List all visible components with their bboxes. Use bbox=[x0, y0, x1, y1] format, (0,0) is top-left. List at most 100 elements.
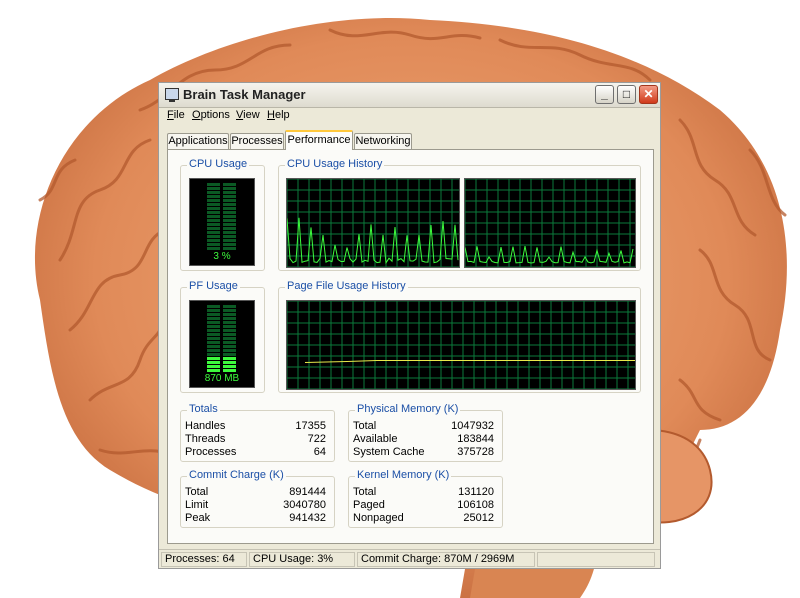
meter-segment bbox=[207, 183, 220, 186]
menu-help[interactable]: Help bbox=[267, 109, 290, 121]
menu-file-label: ile bbox=[173, 109, 185, 121]
physical-memory-row: Total 1047932 bbox=[349, 420, 502, 433]
physical-memory-value: 1047932 bbox=[451, 420, 494, 432]
totals-row: Processes 64 bbox=[181, 446, 334, 459]
meter-segment bbox=[223, 369, 236, 372]
meter-segment bbox=[207, 309, 220, 312]
physical-memory-row: System Cache 375728 bbox=[349, 446, 502, 459]
totals-value: 17355 bbox=[295, 420, 326, 432]
kernel-memory-title: Kernel Memory (K) bbox=[355, 469, 452, 481]
kernel-memory-row: Total 131120 bbox=[349, 486, 502, 499]
meter-segment bbox=[223, 231, 236, 234]
commit-charge-row: Limit 3040780 bbox=[181, 499, 334, 512]
menu-view[interactable]: View bbox=[236, 109, 260, 121]
meter-segment bbox=[223, 305, 236, 308]
meter-segment bbox=[207, 239, 220, 242]
meter-segment bbox=[223, 325, 236, 328]
totals-row: Threads 722 bbox=[181, 433, 334, 446]
menu-options-label: ptions bbox=[200, 109, 230, 121]
commit-charge-value: 891444 bbox=[289, 486, 326, 498]
pf-history-chart bbox=[287, 301, 635, 389]
physical-memory-value: 183844 bbox=[457, 433, 494, 445]
meter-segment bbox=[223, 345, 236, 348]
meter-segment bbox=[223, 353, 236, 356]
pf-history-title: Page File Usage History bbox=[285, 280, 408, 292]
totals-label: Processes bbox=[185, 446, 237, 458]
meter-segment bbox=[207, 199, 220, 202]
meter-segment bbox=[207, 361, 220, 364]
meter-segment bbox=[223, 349, 236, 352]
physical-memory-row: Available 183844 bbox=[349, 433, 502, 446]
kernel-memory-label: Total bbox=[353, 486, 377, 498]
meter-segment bbox=[223, 329, 236, 332]
tab-processes[interactable]: Processes bbox=[230, 133, 284, 149]
menu-view-label: iew bbox=[243, 109, 260, 121]
status-commit-charge: Commit Charge: 870M / 2969M bbox=[357, 552, 535, 567]
meter-segment bbox=[223, 223, 236, 226]
kernel-memory-row: Paged 106108 bbox=[349, 499, 502, 512]
commit-charge-row: Total 891444 bbox=[181, 486, 334, 499]
physical-memory-label: Total bbox=[353, 420, 377, 432]
kernel-memory-row: Nonpaged 25012 bbox=[349, 512, 502, 525]
tab-performance[interactable]: Performance bbox=[285, 130, 353, 150]
kernel-memory-label: Paged bbox=[353, 499, 385, 511]
meter-segment bbox=[223, 321, 236, 324]
commit-charge-group: Commit Charge (K) Total 891444 Limit 30407… bbox=[180, 469, 335, 528]
meter-segment bbox=[207, 219, 220, 222]
tab-applications[interactable]: Applications bbox=[167, 133, 229, 149]
menu-options-key: O bbox=[192, 109, 201, 121]
meter-segment bbox=[207, 191, 220, 194]
meter-segment bbox=[207, 313, 220, 316]
meter-segment bbox=[223, 239, 236, 242]
meter-segment bbox=[223, 195, 236, 198]
meter-segment bbox=[223, 183, 236, 186]
cpu-usage-value: 3 % bbox=[213, 251, 231, 262]
meter-segment bbox=[223, 211, 236, 214]
meter-segment bbox=[207, 211, 220, 214]
meter-segment bbox=[207, 357, 220, 360]
kernel-memory-value: 25012 bbox=[463, 512, 494, 524]
commit-charge-value: 3040780 bbox=[283, 499, 326, 511]
commit-charge-title: Commit Charge (K) bbox=[187, 469, 286, 481]
meter-segment bbox=[223, 247, 236, 250]
cpu-usage-group: CPU Usage 3 % bbox=[180, 158, 265, 271]
maximize-button[interactable]: □ bbox=[617, 85, 636, 104]
pf-usage-title: PF Usage bbox=[187, 280, 240, 292]
commit-charge-label: Peak bbox=[185, 512, 211, 524]
meter-segment bbox=[207, 365, 220, 368]
meter-segment bbox=[207, 187, 220, 190]
pf-history-group: Page File Usage History bbox=[278, 280, 641, 393]
status-bar: Processes: 64 CPU Usage: 3% Commit Charg… bbox=[159, 549, 660, 569]
menu-file[interactable]: File bbox=[167, 109, 185, 121]
tab-networking[interactable]: Networking bbox=[354, 133, 412, 149]
status-empty-segment bbox=[537, 552, 655, 567]
menu-help-key: H bbox=[267, 109, 275, 121]
meter-segment bbox=[223, 365, 236, 368]
commit-charge-label: Total bbox=[185, 486, 209, 498]
pf-usage-value: 870 MB bbox=[204, 373, 240, 384]
cpu-history-graph-1 bbox=[286, 178, 460, 268]
close-button[interactable]: ✕ bbox=[639, 85, 658, 104]
meter-segment bbox=[223, 187, 236, 190]
meter-segment bbox=[223, 337, 236, 340]
minimize-button[interactable]: _ bbox=[595, 85, 614, 104]
meter-segment bbox=[207, 329, 220, 332]
cpu-history-group: CPU Usage History bbox=[278, 158, 641, 271]
meter-segment bbox=[207, 341, 220, 344]
title-bar[interactable]: Brain Task Manager _ □ ✕ bbox=[159, 83, 660, 108]
totals-label: Threads bbox=[185, 433, 226, 445]
menu-file-key: F bbox=[167, 109, 174, 121]
meter-segment bbox=[207, 353, 220, 356]
pf-usage-meter: 870 MB bbox=[189, 300, 255, 388]
meter-segment bbox=[207, 203, 220, 206]
menu-options[interactable]: Options bbox=[192, 109, 230, 121]
task-manager-window: Brain Task Manager _ □ ✕ File Options Vi… bbox=[158, 82, 661, 569]
meter-segment bbox=[207, 337, 220, 340]
cpu-history-title: CPU Usage History bbox=[285, 158, 385, 170]
totals-title: Totals bbox=[187, 403, 220, 415]
cpu-usage-meter: 3 % bbox=[189, 178, 255, 266]
commit-charge-label: Limit bbox=[185, 499, 209, 511]
cpu-usage-title: CPU Usage bbox=[187, 158, 250, 170]
meter-segment bbox=[207, 231, 220, 234]
meter-segment bbox=[223, 357, 236, 360]
